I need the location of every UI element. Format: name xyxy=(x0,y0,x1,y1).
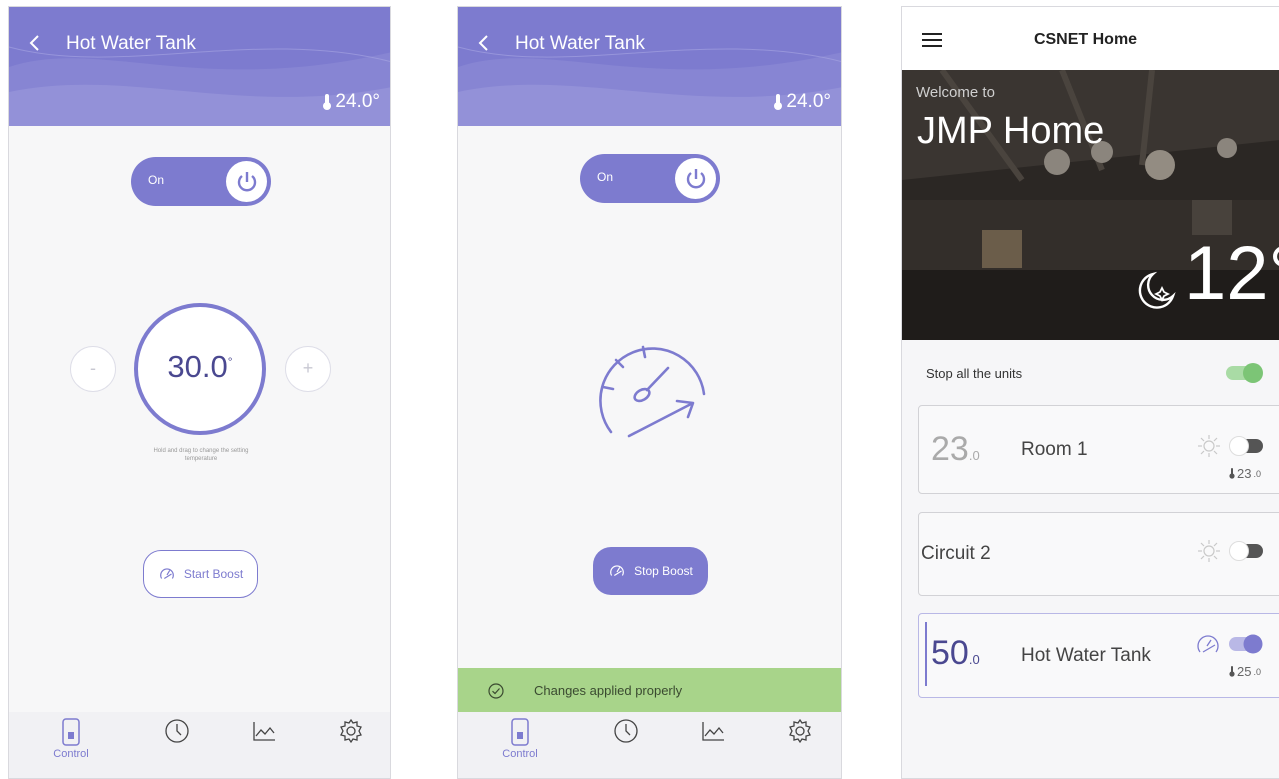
screen-hot-water-control: Hot Water Tank 24.0° On - 30.0° + Hold a… xyxy=(8,6,391,779)
unit-setpoint: 50.0 xyxy=(931,634,980,672)
nav-statistics[interactable] xyxy=(683,718,743,770)
setpoint-value: 30.0° xyxy=(167,349,233,384)
page-title: Hot Water Tank xyxy=(66,33,196,54)
app-title: CSNET Home xyxy=(1033,31,1138,48)
power-knob[interactable] xyxy=(226,161,267,202)
check-circle-icon xyxy=(488,683,504,699)
power-toggle[interactable]: On xyxy=(131,157,271,206)
home-name: JMP Home xyxy=(917,110,1105,152)
unit-setpoint: 23.0 xyxy=(931,430,980,468)
current-temperature: 24.0° xyxy=(773,91,831,113)
gear-icon xyxy=(340,718,362,744)
success-banner: Changes applied properly xyxy=(458,668,841,714)
page-title: Hot Water Tank xyxy=(515,33,645,54)
setpoint-dial[interactable]: 30.0° xyxy=(134,303,266,435)
boost-gauge-icon xyxy=(159,568,174,579)
dial-hint: Hold and drag to change the setting temp… xyxy=(153,448,249,462)
power-toggle[interactable]: On xyxy=(580,154,720,203)
moon-icon xyxy=(1138,271,1176,309)
nav-control-label: Control xyxy=(502,748,538,760)
header: Hot Water Tank 24.0° xyxy=(458,7,841,126)
unit-card-room-1[interactable]: 23.0 Room 1 23.0 xyxy=(918,405,1279,494)
power-label: On xyxy=(597,170,614,184)
nav-control-label: Control xyxy=(53,748,89,760)
clock-icon xyxy=(614,719,638,743)
power-icon xyxy=(237,171,256,191)
current-temperature: 24.0° xyxy=(322,91,380,113)
thermometer-icon xyxy=(1229,666,1235,677)
unit-name: Hot Water Tank xyxy=(1021,645,1151,666)
gear-icon xyxy=(789,718,811,744)
nav-control[interactable]: Control xyxy=(41,718,101,770)
back-icon[interactable] xyxy=(23,31,47,55)
header: Hot Water Tank 24.0° xyxy=(9,7,390,126)
start-boost-button[interactable]: Start Boost xyxy=(143,550,258,598)
unit-name: Room 1 xyxy=(1021,439,1088,460)
unit-card-hot-water-tank[interactable]: 50.0 Hot Water Tank 25.0 xyxy=(918,613,1279,698)
power-label: On xyxy=(148,173,165,187)
thermometer-icon xyxy=(323,94,332,110)
clock-icon xyxy=(165,719,189,743)
stop-all-toggle[interactable] xyxy=(1226,363,1264,383)
sun-icon xyxy=(1198,540,1220,562)
unit-card-circuit-2[interactable]: Circuit 2 xyxy=(918,512,1279,596)
banner-text: Changes applied properly xyxy=(534,683,683,698)
nav-settings[interactable] xyxy=(321,718,381,770)
unit-room-temp: 23.0 xyxy=(1229,466,1261,481)
thermometer-icon xyxy=(1229,468,1235,479)
stop-all-label: Stop all the units xyxy=(926,366,1023,381)
screen-home-dashboard: CSNET Home Welcome to JMP Home 12° Stop … xyxy=(901,6,1279,779)
unit-toggle[interactable] xyxy=(1229,634,1263,654)
nav-statistics[interactable] xyxy=(234,718,294,770)
start-boost-label: Start Boost xyxy=(183,567,244,581)
bottom-nav: Control xyxy=(9,712,390,778)
unit-toggle[interactable] xyxy=(1229,436,1263,456)
decrease-button[interactable]: - xyxy=(70,346,116,392)
back-icon[interactable] xyxy=(472,31,496,55)
control-icon xyxy=(511,718,529,746)
welcome-text: Welcome to xyxy=(916,84,995,101)
screen-hot-water-boost: Hot Water Tank 24.0° On Stop Boost Chang… xyxy=(457,6,842,779)
bottom-nav: Control xyxy=(458,712,841,778)
stop-boost-label: Stop Boost xyxy=(634,564,693,578)
chart-icon xyxy=(253,722,275,741)
boost-gauge-icon xyxy=(1197,635,1219,653)
nav-schedule[interactable] xyxy=(596,718,656,770)
thermometer-icon xyxy=(774,94,783,110)
control-icon xyxy=(62,718,80,746)
nav-settings[interactable] xyxy=(770,718,830,770)
boost-gauge-icon xyxy=(599,345,706,438)
active-indicator xyxy=(925,622,927,686)
unit-name: Circuit 2 xyxy=(921,543,991,564)
current-temp-value: 24.0° xyxy=(335,91,380,112)
increase-button[interactable]: + xyxy=(285,346,331,392)
sun-icon xyxy=(1198,435,1220,457)
chart-icon xyxy=(702,722,724,741)
stop-boost-button[interactable]: Stop Boost xyxy=(593,547,708,595)
power-icon xyxy=(686,168,705,188)
unit-room-temp: 25.0 xyxy=(1229,664,1261,679)
power-knob[interactable] xyxy=(675,158,716,199)
home-hero: Welcome to JMP Home 12° xyxy=(902,70,1279,340)
top-bar: CSNET Home xyxy=(902,7,1279,70)
unit-toggle[interactable] xyxy=(1229,541,1263,561)
outdoor-temperature: 12° xyxy=(1184,231,1279,316)
boost-gauge-icon xyxy=(610,565,624,576)
nav-schedule[interactable] xyxy=(147,718,207,770)
current-temp-value: 24.0° xyxy=(786,91,831,112)
nav-control[interactable]: Control xyxy=(490,718,550,770)
